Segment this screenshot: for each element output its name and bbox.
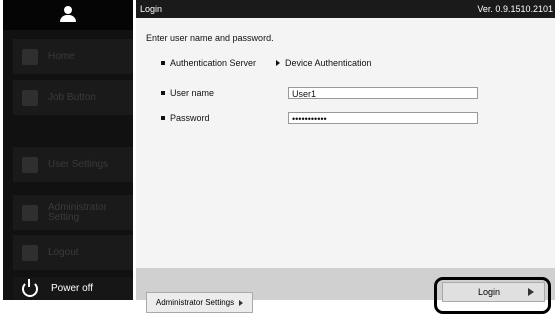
sidebar-item-label: Job Button bbox=[48, 91, 96, 103]
arrow-right-icon bbox=[239, 299, 244, 306]
administrator-setting-icon bbox=[22, 204, 38, 221]
device-auth-label: Device Authentication bbox=[285, 58, 372, 68]
sidebar-item-label: Home bbox=[48, 50, 75, 62]
auth-server-label: Authentication Server bbox=[170, 58, 257, 68]
arrow-right-icon bbox=[276, 60, 280, 66]
logout-icon bbox=[22, 244, 38, 261]
page-title: Login bbox=[140, 4, 163, 14]
bullet-icon bbox=[161, 61, 165, 65]
login-form: Enter user name and password. Authentica… bbox=[136, 18, 555, 268]
sidebar-item-label: Logout bbox=[48, 246, 79, 258]
sidebar-item-job-button[interactable]: Job Button bbox=[13, 80, 133, 115]
user-settings-icon bbox=[22, 156, 38, 173]
auth-server-option[interactable]: Authentication Server bbox=[161, 58, 256, 68]
login-screen: Home Job Button User Settings Administra… bbox=[0, 0, 555, 322]
administrator-settings-label: Administrator Settings bbox=[155, 298, 235, 307]
username-label: User name bbox=[170, 88, 215, 98]
password-row: Password bbox=[161, 113, 210, 123]
title-bar: Login Ver. 0.9.1510.2101 bbox=[136, 0, 555, 18]
power-off-button[interactable]: Power off bbox=[13, 277, 133, 300]
administrator-settings-button[interactable]: Administrator Settings bbox=[146, 292, 253, 313]
bullet-icon bbox=[161, 91, 165, 95]
bullet-icon bbox=[161, 116, 165, 120]
sidebar-item-label: User Settings bbox=[48, 158, 109, 170]
username-field[interactable]: User1 bbox=[288, 87, 478, 99]
sidebar: Home Job Button User Settings Administra… bbox=[3, 0, 133, 300]
password-field[interactable]: ••••••••••• bbox=[288, 112, 478, 124]
power-off-label: Power off bbox=[51, 283, 94, 294]
username-row: User name bbox=[161, 88, 214, 98]
device-auth-option[interactable]: Device Authentication bbox=[276, 58, 372, 68]
sidebar-item-label: Administrator Setting bbox=[48, 201, 107, 223]
main-panel: Login Ver. 0.9.1510.2101 Enter user name… bbox=[136, 0, 555, 313]
sidebar-header bbox=[3, 0, 133, 30]
version-label: Ver. 0.9.1510.2101 bbox=[477, 4, 553, 14]
sidebar-item-administrator-setting[interactable]: Administrator Setting bbox=[13, 195, 133, 230]
job-button-icon bbox=[22, 89, 38, 106]
power-icon bbox=[22, 278, 38, 297]
sidebar-item-logout[interactable]: Logout bbox=[13, 235, 133, 270]
login-button-highlight bbox=[434, 277, 551, 314]
password-label: Password bbox=[170, 113, 210, 123]
sidebar-item-user-settings[interactable]: User Settings bbox=[13, 147, 133, 182]
login-prompt: Enter user name and password. bbox=[146, 33, 274, 43]
sidebar-item-home[interactable]: Home bbox=[13, 39, 133, 74]
user-icon bbox=[59, 6, 77, 24]
home-icon bbox=[22, 48, 38, 65]
